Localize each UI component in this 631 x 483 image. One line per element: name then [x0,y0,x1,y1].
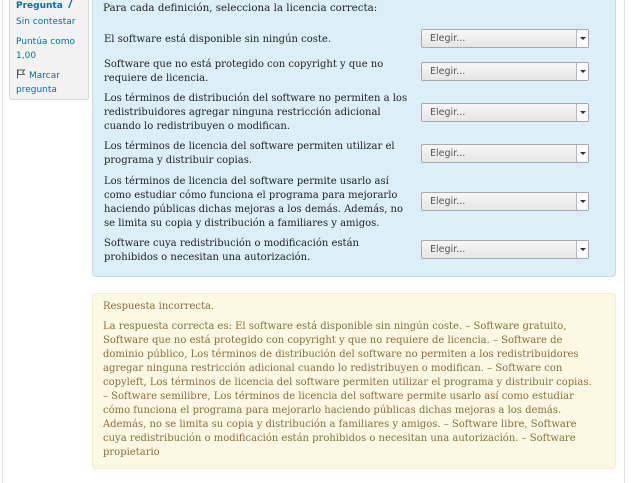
flag-question-link[interactable]: Marcar pregunta [16,69,82,97]
question-prompt: Para cada definición, selecciona la lice… [103,2,378,14]
chevron-down-icon [576,30,588,47]
license-select[interactable]: Elegir... [421,103,589,122]
license-select-value: Elegir... [430,244,466,255]
definition-text: Los términos de licencia del software pe… [104,176,404,229]
definition-text: Los términos de licencia del software pe… [104,141,395,166]
correct-answer-text: La respuesta correcta es: El software es… [103,321,592,458]
chevron-down-icon [576,241,588,258]
feedback-status: Respuesta incorrecta. [103,301,215,312]
question-label: Pregunta [16,1,63,11]
license-select[interactable]: Elegir... [421,192,589,211]
flag-icon [17,69,26,79]
chevron-down-icon [576,104,588,121]
definition-text: El software está disponible sin ningún c… [104,34,332,45]
page-border-right [624,0,625,483]
definition-text: Los términos de distribución del softwar… [104,93,408,132]
chevron-down-icon [576,145,588,162]
question-number: Pregunta 7 [16,0,74,12]
chevron-down-icon [576,193,588,210]
license-select[interactable]: Elegir... [421,144,589,163]
license-select[interactable]: Elegir... [421,29,589,48]
question-feedback: Respuesta incorrecta. La respuesta corre… [92,293,616,469]
license-select-value: Elegir... [430,196,466,207]
question-grade: Puntúa como 1,00 [16,37,76,61]
license-select-value: Elegir... [430,148,466,159]
page-border-left [2,0,3,483]
license-select-value: Elegir... [430,107,466,118]
definition-text: Software que no está protegido con copyr… [104,59,384,84]
definition-text: Software cuya redistribución o modificac… [104,238,359,263]
question-state: Sin contestar [16,17,76,27]
question-info-panel: Pregunta 7 Sin contestar Puntúa como 1,00… [9,0,89,100]
question-formulation: Para cada definición, selecciona la lice… [92,0,616,277]
license-select[interactable]: Elegir... [421,62,589,81]
license-select[interactable]: Elegir... [421,240,589,259]
chevron-down-icon [576,63,588,80]
license-select-value: Elegir... [430,66,466,77]
license-select-value: Elegir... [430,33,466,44]
question-number-value: 7 [65,0,75,12]
